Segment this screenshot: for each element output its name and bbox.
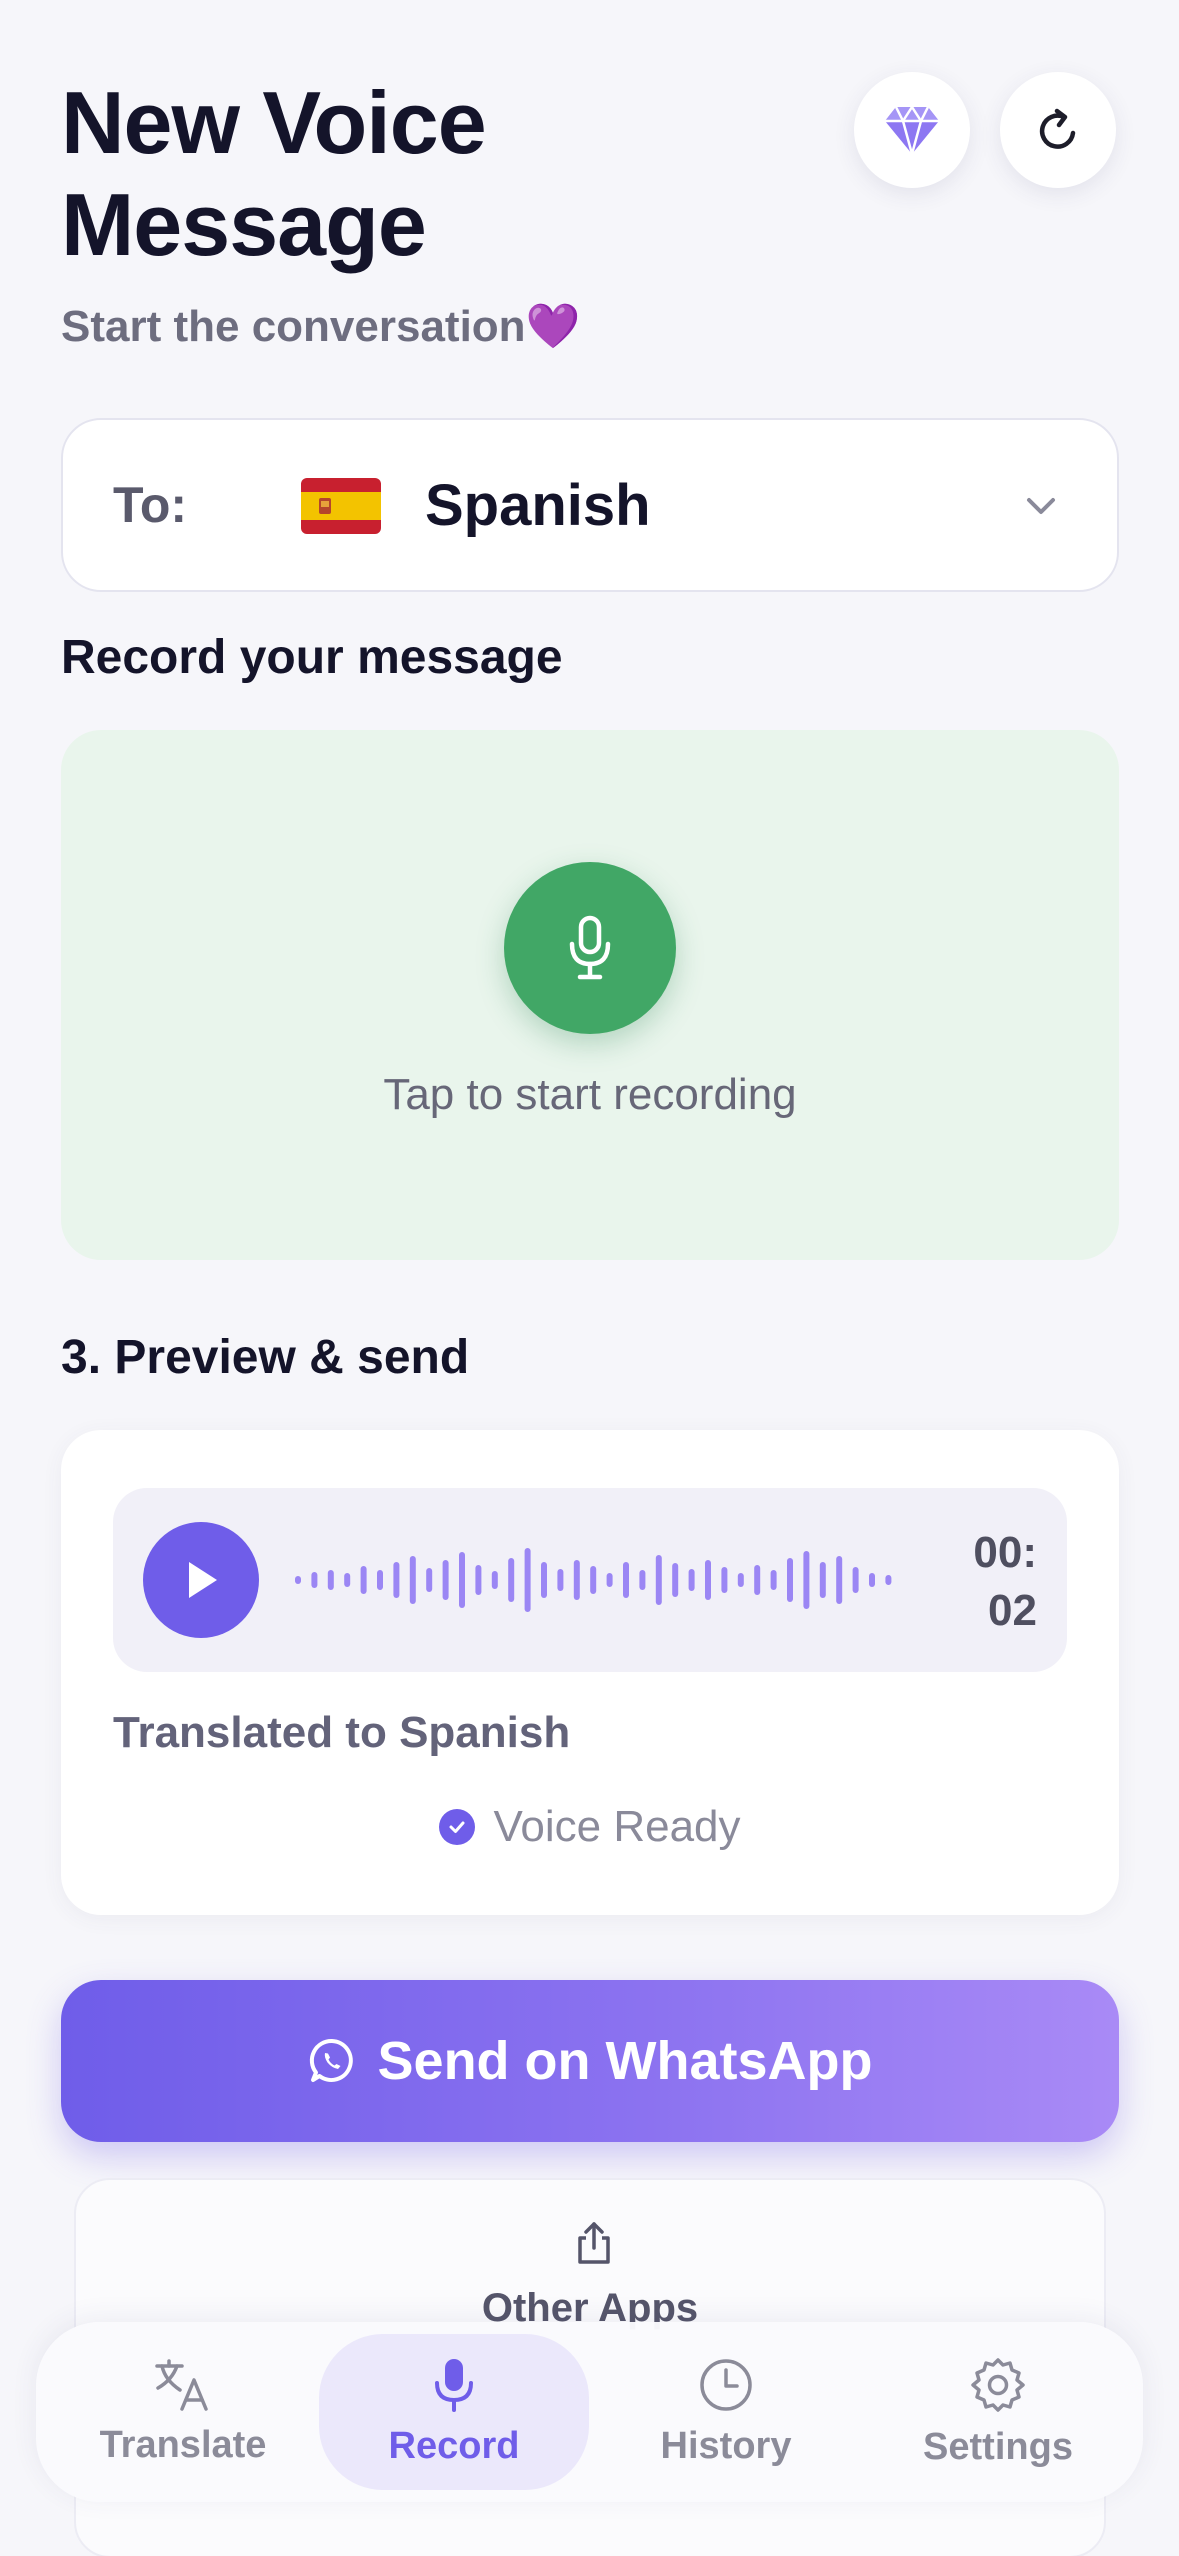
- language-selector[interactable]: To: Spanish: [61, 418, 1119, 592]
- send-whatsapp-button[interactable]: Send on WhatsApp: [61, 1980, 1119, 2142]
- play-button[interactable]: [143, 1522, 259, 1638]
- waveform-bar: [770, 1570, 777, 1590]
- waveform-bar: [672, 1563, 679, 1597]
- tab-bar: Translate Record History Settings: [36, 2322, 1143, 2502]
- waveform-bar: [803, 1551, 810, 1609]
- whatsapp-icon: [309, 2038, 353, 2082]
- duration-seconds: 02: [988, 1586, 1037, 1635]
- waveform-bar: [311, 1572, 318, 1588]
- record-hint: Tap to start recording: [383, 1070, 797, 1119]
- mic-icon: [435, 2358, 473, 2412]
- page-subtitle: Start the conversation💜: [61, 300, 580, 352]
- tab-settings-label: Settings: [923, 2425, 1073, 2468]
- waveform-bar: [573, 1560, 580, 1600]
- check-circle-icon: [439, 1809, 476, 1845]
- waveform-bar: [737, 1573, 744, 1587]
- waveform-bar: [344, 1573, 351, 1587]
- waveform-bar: [295, 1576, 301, 1584]
- waveform-bar: [459, 1552, 465, 1608]
- waveform-bar: [524, 1548, 531, 1612]
- purple-heart-icon: 💜: [525, 302, 581, 351]
- play-icon: [189, 1562, 217, 1598]
- send-label: Send on WhatsApp: [377, 2031, 873, 2091]
- waveform-bar: [787, 1558, 793, 1602]
- waveform-bar: [852, 1567, 859, 1593]
- record-heading: Record your message: [61, 631, 563, 684]
- preview-heading: 3. Preview & send: [61, 1331, 470, 1384]
- audio-player: 00: 02: [113, 1488, 1067, 1672]
- waveform-bar: [705, 1560, 711, 1600]
- gem-icon: [885, 104, 939, 156]
- record-button[interactable]: [504, 862, 676, 1034]
- gear-icon: [971, 2357, 1025, 2412]
- waveform-bar: [442, 1560, 449, 1600]
- share-icon: [578, 2222, 610, 2264]
- subtitle-text: Start the conversation: [61, 302, 526, 351]
- waveform-bar: [590, 1566, 597, 1594]
- voice-status: Voice Ready: [61, 1802, 1119, 1852]
- audio-waveform[interactable]: [289, 1540, 909, 1620]
- to-label: To:: [113, 477, 188, 533]
- record-area[interactable]: Tap to start recording: [61, 730, 1119, 1260]
- waveform-bar: [541, 1562, 547, 1598]
- preview-card: 00: 02 Translated to Spanish Voice Ready: [61, 1430, 1119, 1915]
- translated-label: Translated to Spanish: [113, 1708, 571, 1757]
- waveform-bar: [606, 1573, 613, 1587]
- waveform-bar: [754, 1565, 761, 1595]
- tab-history[interactable]: History: [591, 2334, 861, 2490]
- page-title: New Voice Message: [61, 73, 487, 274]
- spain-flag-icon: [301, 478, 381, 534]
- waveform-bar: [836, 1556, 843, 1604]
- waveform-bar: [327, 1570, 334, 1590]
- refresh-icon: [1039, 108, 1076, 149]
- waveform-bar: [623, 1562, 629, 1598]
- waveform-bar: [869, 1573, 875, 1587]
- tab-history-label: History: [660, 2424, 792, 2467]
- chevron-down-icon: [1027, 498, 1055, 514]
- waveform-bar: [360, 1566, 367, 1594]
- waveform-bar: [508, 1558, 515, 1602]
- waveform-bar: [885, 1575, 892, 1585]
- audio-duration: 00: 02: [927, 1524, 1037, 1640]
- selected-language: Spanish: [425, 472, 651, 538]
- tab-translate[interactable]: Translate: [48, 2334, 318, 2490]
- waveform-bar: [409, 1556, 416, 1604]
- tab-translate-label: Translate: [99, 2423, 267, 2466]
- waveform-bar: [655, 1555, 662, 1605]
- tab-record[interactable]: Record: [319, 2334, 589, 2490]
- waveform-bar: [491, 1571, 498, 1589]
- mic-icon: [569, 915, 611, 980]
- translate-icon: [155, 2358, 208, 2411]
- waveform-bar: [426, 1568, 433, 1592]
- waveform-bar: [639, 1570, 646, 1590]
- voice-status-text: Voice Ready: [493, 1802, 741, 1851]
- waveform-bar: [819, 1562, 826, 1598]
- waveform-bar: [475, 1565, 482, 1595]
- duration-minutes: 00:: [973, 1528, 1037, 1577]
- tab-settings[interactable]: Settings: [863, 2334, 1133, 2490]
- waveform-bar: [721, 1567, 728, 1593]
- refresh-button[interactable]: [1000, 72, 1116, 188]
- waveform-bar: [688, 1569, 695, 1591]
- waveform-bar: [557, 1569, 564, 1591]
- waveform-bar: [393, 1562, 400, 1598]
- premium-button[interactable]: [854, 72, 970, 188]
- waveform-bar: [377, 1570, 383, 1590]
- clock-icon: [700, 2358, 752, 2411]
- tab-record-label: Record: [388, 2424, 520, 2467]
